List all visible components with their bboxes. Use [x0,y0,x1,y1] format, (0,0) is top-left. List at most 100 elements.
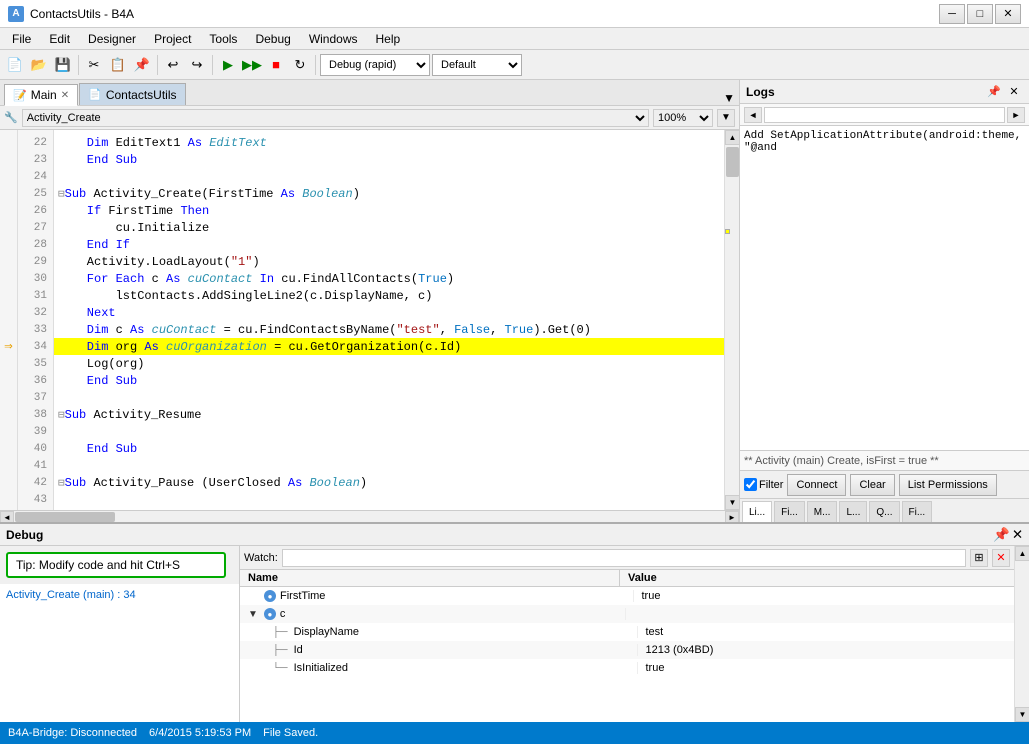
code-line-25: ⊟Sub Activity_Create(FirstTime As Boolea… [54,185,724,202]
logs-title: Logs [746,85,775,99]
close-button[interactable]: ✕ [995,4,1021,24]
zoom-select[interactable]: 100% [653,109,713,127]
watch-label: Watch: [244,552,278,564]
menu-windows[interactable]: Windows [301,30,366,48]
vars-scrollbar[interactable]: ▲ ▼ [1014,546,1029,722]
tab-main-close[interactable]: ✕ [61,90,69,101]
logs-pin-btn[interactable]: 📌 [985,84,1003,100]
var-row-id: ├─ Id 1213 (0x4BD) [240,641,1014,659]
filter-checkbox[interactable] [744,478,757,491]
logs-status-text: ** Activity (main) Create, isFirst = tru… [744,455,939,467]
scroll-left-btn[interactable]: ◄ [0,511,14,522]
clear-button[interactable]: Clear [850,474,894,496]
watch-clear-btn[interactable]: ✕ [992,549,1010,567]
horiz-scrollbar[interactable]: ◄ ► [0,510,739,522]
debug-pin-btn[interactable]: 📌 [993,527,1010,543]
watch-bar: Watch: ⊞ ✕ [240,546,1014,570]
menu-file[interactable]: File [4,30,39,48]
code-line-44: End Sub [54,508,724,510]
vars-scroll-track[interactable] [1015,561,1029,707]
tb-open-button[interactable]: 📂 [28,54,50,76]
connect-button[interactable]: Connect [787,474,846,496]
menu-debug[interactable]: Debug [247,30,298,48]
code-line-30: For Each c As cuContact In cu.FindAllCon… [54,270,724,287]
tb-new-button[interactable]: 📄 [4,54,26,76]
debug-mode-select[interactable]: Debug (rapid) [320,54,430,76]
code-line-29: Activity.LoadLayout("1") [54,253,724,270]
editor-container[interactable]: ⇒ 22 23 24 [0,130,739,510]
tb-cut-button[interactable]: ✂ [83,54,105,76]
logs-tab-fi[interactable]: Fi... [774,501,805,522]
logs-search-input[interactable] [764,107,1005,123]
logs-scroll-right[interactable]: ► [1007,107,1025,123]
logs-tab-q[interactable]: Q... [869,501,899,522]
title-bar: A ContactsUtils - B4A ─ □ ✕ [0,0,1029,28]
code-line-40: End Sub [54,440,724,457]
vars-scroll-down[interactable]: ▼ [1015,707,1029,722]
debug-content: Tip: Modify code and hit Ctrl+S Activity… [0,546,1029,722]
scroll-down-btn[interactable]: ▼ [725,495,739,510]
scroll-right-btn[interactable]: ► [725,511,739,522]
watch-input[interactable] [282,549,966,567]
code-line-32: Next [54,304,724,321]
logs-tab-m[interactable]: M... [807,501,838,522]
logs-status: ** Activity (main) Create, isFirst = tru… [740,450,1029,470]
tb-run-button[interactable]: ▶ [217,54,239,76]
default-select[interactable]: Default [432,54,522,76]
menu-project[interactable]: Project [146,30,199,48]
code-lines[interactable]: Dim EditText1 As EditText End Sub ⊟Sub A… [54,130,724,510]
logs-tab-fi2[interactable]: Fi... [902,501,933,522]
menu-tools[interactable]: Tools [201,30,245,48]
tb-paste-button[interactable]: 📌 [131,54,153,76]
tb-copy-button[interactable]: 📋 [107,54,129,76]
maximize-button[interactable]: □ [967,4,993,24]
var-name-displayname: DisplayName [294,626,359,638]
tab-main[interactable]: 📝 Main ✕ [4,84,78,106]
debug-close-btn[interactable]: ✕ [1012,527,1023,543]
tb-debug-run-button[interactable]: ▶▶ [241,54,263,76]
editor-dropdown-btn[interactable]: ▼ [723,91,735,105]
menu-designer[interactable]: Designer [80,30,144,48]
tb-redo-button[interactable]: ↪ [186,54,208,76]
watch-table-btn[interactable]: ⊞ [970,549,988,567]
call-stack-item[interactable]: Activity_Create (main) : 34 [4,588,235,602]
scroll-track[interactable] [14,511,725,522]
menu-bar: File Edit Designer Project Tools Debug W… [0,28,1029,50]
code-line-22: Dim EditText1 As EditText [54,134,724,151]
minimize-button[interactable]: ─ [939,4,965,24]
vars-body: ● FirstTime true ▼ ● c [240,587,1014,722]
menu-edit[interactable]: Edit [41,30,78,48]
code-line-23: End Sub [54,151,724,168]
code-line-42: ⊟Sub Activity_Pause (UserClosed As Boole… [54,474,724,491]
logs-close-btn[interactable]: ✕ [1005,84,1023,100]
tb-undo-button[interactable]: ↩ [162,54,184,76]
editor-scrollbar[interactable]: ▲ ▼ [724,130,739,510]
code-line-35: Log(org) [54,355,724,372]
logs-footer: Filter Connect Clear List Permissions [740,470,1029,498]
tb-stop-button[interactable]: ■ [265,54,287,76]
var-name-id: Id [294,644,303,656]
list-permissions-button[interactable]: List Permissions [899,474,997,496]
code-toolbar: 🔧 Activity_Create 100% ▼ [0,106,739,130]
logs-tab-li[interactable]: Li... [742,501,772,522]
line-numbers: 22 23 24 25 26 27 28 29 30 31 32 33 34 3… [18,130,54,510]
editor-area: 📝 Main ✕ 📄 ContactsUtils ▼ 🔧 Activity_Cr… [0,80,739,522]
tab-contacts-utils[interactable]: 📄 ContactsUtils [79,83,185,105]
zoom-adjust-btn[interactable]: ▼ [717,109,735,127]
breakpoint-column: ⇒ [0,130,18,510]
tb-refresh-button[interactable]: ↻ [289,54,311,76]
call-stack: Activity_Create (main) : 34 [0,584,239,722]
method-select[interactable]: Activity_Create [22,109,649,127]
scroll-up-btn[interactable]: ▲ [725,130,739,145]
scroll-area[interactable] [725,145,739,495]
logs-tab-l[interactable]: L... [839,501,867,522]
tb-save-button[interactable]: 💾 [52,54,74,76]
var-expand-c[interactable]: ▼ [248,609,258,620]
menu-help[interactable]: Help [368,30,409,48]
logs-scroll-left[interactable]: ◄ [744,107,762,123]
code-editor[interactable]: ⇒ 22 23 24 [0,130,724,510]
debug-panel: Debug 📌 ✕ Tip: Modify code and hit Ctrl+… [0,522,1029,722]
tabs-bar: 📝 Main ✕ 📄 ContactsUtils ▼ [0,80,739,106]
vars-scroll-up[interactable]: ▲ [1015,546,1029,561]
debug-tip: Tip: Modify code and hit Ctrl+S [6,552,226,578]
